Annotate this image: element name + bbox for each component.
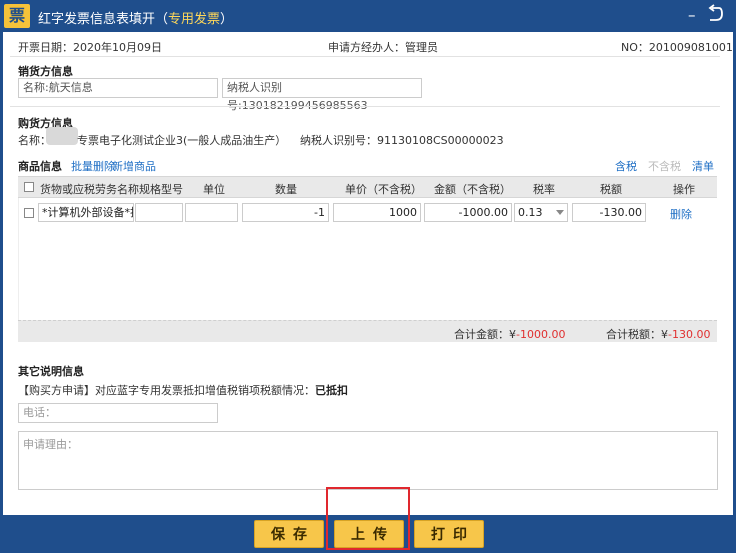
- phone-field[interactable]: 电话：: [18, 403, 218, 423]
- total-tax-value: -130.00: [668, 328, 711, 341]
- goods-table-header: 货物或应税劳务名称 规格型号 单位 数量 单价（不含税） 金额（不含税） 税率 …: [18, 176, 717, 198]
- title-bar: 票 红字发票信息表填开（专用发票） –: [0, 0, 736, 32]
- amount-input[interactable]: -1000.00: [424, 203, 512, 222]
- chevron-down-icon: [556, 210, 564, 215]
- save-button[interactable]: 保存: [254, 520, 324, 548]
- total-tax-label: 合计税额：¥: [606, 328, 668, 341]
- seller-taxid-field[interactable]: 纳税人识别号:130182199456985563: [222, 78, 422, 112]
- total-amount: 合计金额：¥-1000.00: [454, 326, 565, 342]
- return-close-icon[interactable]: [707, 4, 723, 24]
- highlight-box: [326, 487, 410, 550]
- column-header: 规格型号: [139, 183, 183, 196]
- invoice-date: 开票日期：2020年10月09日: [18, 41, 162, 54]
- window-title: 红字发票信息表填开（专用发票）: [38, 8, 233, 27]
- applicant: 申请方经办人：管理员: [328, 41, 438, 54]
- add-goods-link[interactable]: 新增商品: [112, 158, 156, 174]
- column-header: 数量: [275, 183, 297, 196]
- other-section-title: 其它说明信息: [18, 365, 84, 378]
- invoice-number: NO：201009081001: [621, 41, 733, 54]
- tax-excluded-link[interactable]: 不含税: [648, 158, 681, 174]
- print-button[interactable]: 打印: [414, 520, 484, 548]
- window-title-text: 红字发票信息表填开（: [38, 12, 169, 27]
- column-header: 税额: [600, 183, 622, 196]
- total-tax: 合计税额：¥-130.00: [606, 326, 710, 342]
- goods-name-input[interactable]: *计算机外部设备*打: [38, 203, 134, 222]
- tax-rate-select[interactable]: 0.13: [514, 203, 568, 222]
- redacted-block: [46, 127, 78, 145]
- list-link[interactable]: 清单: [692, 158, 714, 174]
- tax-included-link[interactable]: 含税: [615, 158, 637, 174]
- buyer-apply-tag: 【购买方申请】: [18, 384, 95, 397]
- totals-bar: 合计金额：¥-1000.00 合计税额：¥-130.00: [18, 320, 717, 342]
- column-header: 单价（不含税）: [345, 183, 422, 196]
- minimize-icon[interactable]: –: [688, 6, 696, 24]
- invoice-type-tag: 专用发票: [168, 12, 221, 27]
- column-header: 税率: [533, 183, 555, 196]
- unit-input[interactable]: [185, 203, 238, 222]
- seller-section-title: 销货方信息: [18, 65, 73, 78]
- select-all-checkbox[interactable]: [24, 182, 34, 192]
- buyer-name-value: 专票电子化测试企业3(一般人成品油生产）: [77, 134, 287, 147]
- buyer-taxid: 纳税人识别号：91130108CS00000023: [300, 134, 504, 147]
- column-header: 操作: [673, 183, 695, 196]
- seller-name-field[interactable]: 名称:航天信息: [18, 78, 218, 98]
- column-header: 货物或应税劳务名称: [40, 183, 139, 196]
- total-amount-label: 合计金额：¥: [454, 328, 516, 341]
- batch-delete-link[interactable]: 批量删除: [71, 158, 115, 174]
- window-title-end: ）: [220, 12, 234, 27]
- spec-input[interactable]: [135, 203, 183, 222]
- invoice-logo-icon: 票: [4, 4, 30, 28]
- apply-status: 已抵扣: [315, 384, 348, 397]
- total-amount-value: -1000.00: [516, 328, 566, 341]
- apply-line: 【购买方申请】对应蓝字专用发票抵扣增值税销项税额情况：已抵扣: [18, 382, 348, 398]
- tax-amount-input[interactable]: -130.00: [572, 203, 646, 222]
- tax-rate-value: 0.13: [518, 206, 543, 219]
- divider: [10, 56, 720, 57]
- column-header: 单位: [203, 183, 225, 196]
- price-input[interactable]: 1000: [333, 203, 421, 222]
- row-checkbox[interactable]: [24, 208, 34, 218]
- quantity-input[interactable]: -1: [242, 203, 329, 222]
- column-header: 金额（不含税）: [434, 183, 511, 196]
- delete-row-link[interactable]: 删除: [670, 206, 692, 222]
- divider: [10, 106, 720, 107]
- goods-section-title: 商品信息: [18, 160, 62, 173]
- reason-textarea[interactable]: 申请理由：: [18, 431, 718, 490]
- apply-description: 对应蓝字专用发票抵扣增值税销项税额情况：: [95, 384, 315, 397]
